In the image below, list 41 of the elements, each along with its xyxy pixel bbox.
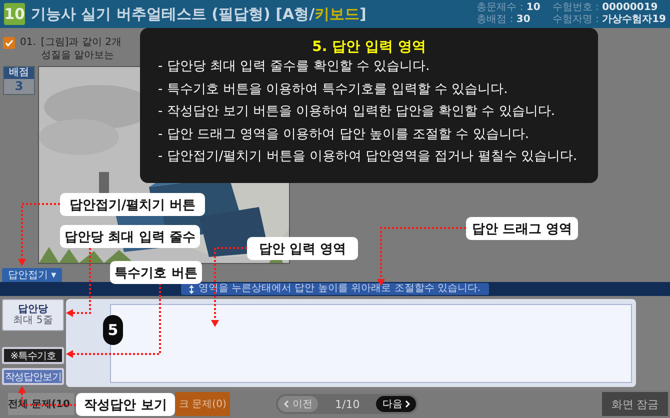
view-answer-button[interactable]: 작성답안보기 bbox=[2, 368, 64, 385]
resize-icon bbox=[189, 284, 194, 294]
question-number: 01. bbox=[20, 36, 36, 49]
collapse-answer-tab[interactable]: 답안접기 ▾ bbox=[2, 268, 62, 282]
score-value: 3 bbox=[14, 79, 24, 93]
guide-text: - 답안 드래그 영역을 이용하여 답안 높이를 조절할 수 있습니다. bbox=[158, 126, 530, 144]
question-checkbox[interactable] bbox=[3, 37, 15, 49]
chevron-right-icon bbox=[405, 400, 410, 408]
callout-label: 답안 드래그 영역 bbox=[466, 217, 578, 240]
score-label: 배점 bbox=[4, 67, 34, 79]
callout-label: 답안당 최대 입력 줄수 bbox=[60, 225, 200, 248]
callout-label: 작성답안 보기 bbox=[76, 393, 175, 416]
lock-screen-button[interactable]: 화면 잠금 bbox=[602, 392, 668, 416]
chevron-left-icon bbox=[284, 400, 290, 408]
question-count-badge: 10 bbox=[4, 3, 25, 25]
marked-questions-button[interactable]: 크 문제(0) bbox=[175, 392, 230, 416]
next-button[interactable]: 다음 bbox=[376, 396, 416, 412]
exam-info: 수험번호 : 00000019 bbox=[552, 2, 659, 14]
callout-label: 답안접기/펼치기 버튼 bbox=[60, 193, 205, 216]
guide-title: 5. 답안 입력 영역 bbox=[311, 38, 427, 56]
prev-button[interactable]: 이전 bbox=[278, 396, 318, 412]
answer-field[interactable] bbox=[110, 304, 632, 383]
guide-text: - 특수기호 버튼을 이용하여 특수기호를 입력할 수 있습니다. bbox=[158, 80, 509, 98]
exam-info: 총문제수 : 10 bbox=[476, 2, 540, 14]
exam-info: 수험자명 : 가상수험자19 bbox=[552, 14, 666, 26]
drag-hint: 영역을 누른상태에서 답안 높이를 위아래로 조절할수 있습니다. bbox=[181, 283, 489, 295]
exam-title: 기능사 실기 버추얼테스트 (필답형) [A형/키보드] bbox=[31, 4, 366, 24]
guide-text: - 작성답안 보기 버튼을 이용하여 입력한 답안을 확인할 수 있습니다. bbox=[158, 103, 556, 121]
question-text: 성질을 알아보는 bbox=[40, 49, 116, 62]
guide-text: - 답안당 최대 입력 줄수를 확인할 수 있습니다. bbox=[158, 58, 431, 76]
exam-info: 총배점 : 30 bbox=[476, 14, 532, 26]
question-text: [그림]과 같이 2개 bbox=[40, 36, 122, 49]
callout-label: 답안 입력 영역 bbox=[247, 237, 358, 260]
page-indicator: 1/10 bbox=[334, 398, 360, 410]
drag-bar[interactable]: 영역을 누른상태에서 답안 높이를 위아래로 조절할수 있습니다. bbox=[0, 282, 670, 296]
special-symbol-button[interactable]: ※특수기호 bbox=[2, 347, 64, 364]
leader-line bbox=[18, 203, 60, 266]
callout-label: 특수기호 버튼 bbox=[110, 261, 202, 284]
max-lines-value: 최대 5줄 bbox=[13, 315, 53, 326]
guide-text: - 답안접기/펼치기 버튼을 이용하여 답안영역을 접거나 펼칠수 있습니다. bbox=[158, 148, 578, 166]
max-lines-title: 답안당 bbox=[18, 304, 48, 315]
